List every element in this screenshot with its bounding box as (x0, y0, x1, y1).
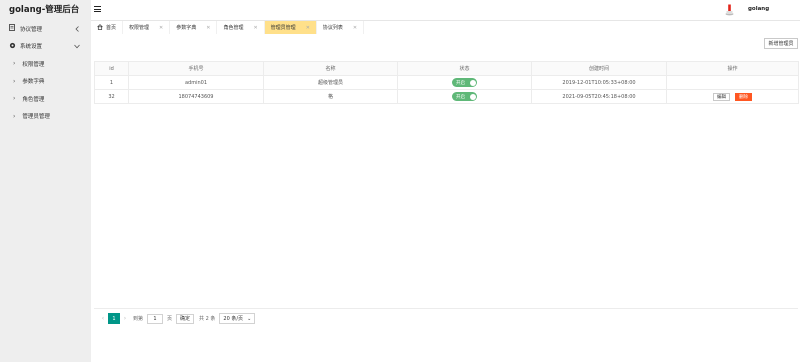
sidebar-item-protocol[interactable]: 协议管理 (0, 20, 91, 38)
status-toggle[interactable]: 开启 (452, 92, 477, 101)
tab-label: 协议列表 (322, 25, 343, 31)
chevron-left-icon (75, 20, 80, 38)
prev-page-icon[interactable]: ‹ (98, 315, 108, 322)
main-content: 新增管理员 id 手机号 名称 状态 创建时间 操作 1 admin01 超级管… (91, 34, 800, 362)
tab-label: 管理员管理 (270, 25, 296, 31)
sidebar-item-settings[interactable]: 系统设置 (0, 38, 91, 56)
cell-name: 超级管理员 (263, 75, 398, 90)
close-icon[interactable]: ✕ (353, 25, 357, 31)
tab-label: 首页 (106, 25, 117, 31)
toggle-label: 开启 (456, 80, 465, 86)
tab-admins[interactable]: 管理员管理 ✕ (264, 21, 317, 34)
cell-created: 2021-09-05T20:45:18+08:00 (531, 89, 667, 104)
cell-created: 2019-12-01T10:05:33+08:00 (531, 75, 667, 90)
close-icon[interactable]: ✕ (206, 25, 210, 31)
admin-table: id 手机号 名称 状态 创建时间 操作 1 admin01 超级管理员 开启 (94, 61, 799, 104)
sidebar-item-label: 系统设置 (20, 44, 43, 51)
username[interactable]: golang (748, 0, 769, 18)
top-header: golang (91, 0, 800, 20)
sidebar-item-label: 协议管理 (20, 26, 43, 33)
close-icon[interactable]: ✕ (306, 25, 310, 31)
cell-id: 32 (94, 89, 129, 104)
status-toggle[interactable]: 开启 (452, 78, 477, 87)
column-header[interactable]: 状态 (397, 61, 532, 76)
tab-label: 权限管理 (129, 25, 150, 31)
page-size-value: 20 条/页 (223, 316, 244, 322)
sidebar-item-label: 权限管理 (22, 61, 45, 68)
column-header[interactable]: 名称 (263, 61, 398, 76)
column-header[interactable]: id (94, 61, 129, 76)
toggle-knob (469, 93, 476, 100)
table-row: 1 admin01 超级管理员 开启 2019-12-01T10:05:33+0… (94, 75, 799, 90)
menu-toggle-icon[interactable] (94, 6, 101, 13)
edit-button[interactable]: 编辑 (713, 92, 730, 101)
sidebar-item-admins[interactable]: › 管理员管理 (0, 108, 91, 126)
home-icon (97, 23, 103, 32)
document-icon (8, 24, 16, 33)
tab-home[interactable]: 首页 (91, 21, 124, 34)
tab-protocols[interactable]: 协议列表 ✕ (317, 21, 365, 34)
cell-actions: 编辑 删除 (666, 89, 799, 104)
sidebar-item-label: 参数字典 (22, 79, 45, 86)
chevron-right-icon: › (13, 77, 16, 85)
toggle-label: 开启 (456, 94, 465, 100)
chevron-down-icon (74, 38, 80, 56)
sidebar-item-dictionary[interactable]: › 参数字典 (0, 73, 91, 91)
tab-permissions[interactable]: 权限管理 ✕ (123, 21, 171, 34)
page-size-select[interactable]: 20 条/页 ⌄ (219, 313, 256, 324)
table-row: 32 18074743609 格 开启 2021-09-05T20:45:18+… (94, 89, 799, 104)
goto-label: 到第 (133, 316, 144, 322)
sidebar: golang-管理后台 协议管理 系统设置 › 权限管理 › 参数字典 › 角色… (0, 0, 91, 362)
column-header[interactable]: 手机号 (128, 61, 264, 76)
cell-actions (666, 75, 799, 90)
toggle-knob (469, 79, 476, 86)
sidebar-item-roles[interactable]: › 角色管理 (0, 90, 91, 108)
goto-confirm-button[interactable]: 确定 (176, 313, 195, 324)
sidebar-item-label: 管理员管理 (22, 114, 50, 121)
delete-button[interactable]: 删除 (735, 92, 752, 101)
total-count: 共 2 条 (199, 316, 216, 322)
avatar[interactable] (725, 4, 734, 16)
column-header[interactable]: 创建时间 (531, 61, 667, 76)
sidebar-item-permissions[interactable]: › 权限管理 (0, 55, 91, 73)
tab-bar: 首页 权限管理 ✕ 参数字典 ✕ 角色管理 ✕ 管理员管理 ✕ 协议列表 ✕ (91, 20, 800, 34)
cell-name: 格 (263, 89, 398, 104)
chevron-right-icon: › (13, 60, 16, 68)
cell-phone: admin01 (128, 75, 264, 90)
pagination: ‹ 1 › 到第 1 页 确定 共 2 条 20 条/页 ⌄ (94, 308, 798, 328)
cell-phone: 18074743609 (128, 89, 264, 104)
table-header-row: id 手机号 名称 状态 创建时间 操作 (94, 61, 799, 76)
goto-page-input[interactable]: 1 (147, 313, 164, 324)
tab-label: 参数字典 (176, 25, 197, 31)
app-title: golang-管理后台 (9, 5, 80, 15)
gear-icon (8, 42, 16, 51)
page-suffix: 页 (167, 316, 173, 322)
cell-id: 1 (94, 75, 129, 90)
cell-status: 开启 (397, 75, 532, 90)
next-page-icon[interactable]: › (120, 315, 130, 322)
chevron-right-icon: › (13, 112, 16, 120)
tab-roles[interactable]: 角色管理 ✕ (217, 21, 265, 34)
chevron-down-icon: ⌄ (247, 315, 252, 322)
tab-label: 角色管理 (223, 25, 244, 31)
column-header[interactable]: 操作 (666, 61, 799, 76)
sidebar-item-label: 角色管理 (22, 96, 45, 103)
tab-dictionary[interactable]: 参数字典 ✕ (170, 21, 218, 34)
chevron-right-icon: › (13, 95, 16, 103)
close-icon[interactable]: ✕ (253, 25, 257, 31)
add-admin-button[interactable]: 新增管理员 (764, 38, 798, 49)
page-current[interactable]: 1 (108, 313, 120, 324)
cell-status: 开启 (397, 89, 532, 104)
close-icon[interactable]: ✕ (159, 25, 163, 31)
